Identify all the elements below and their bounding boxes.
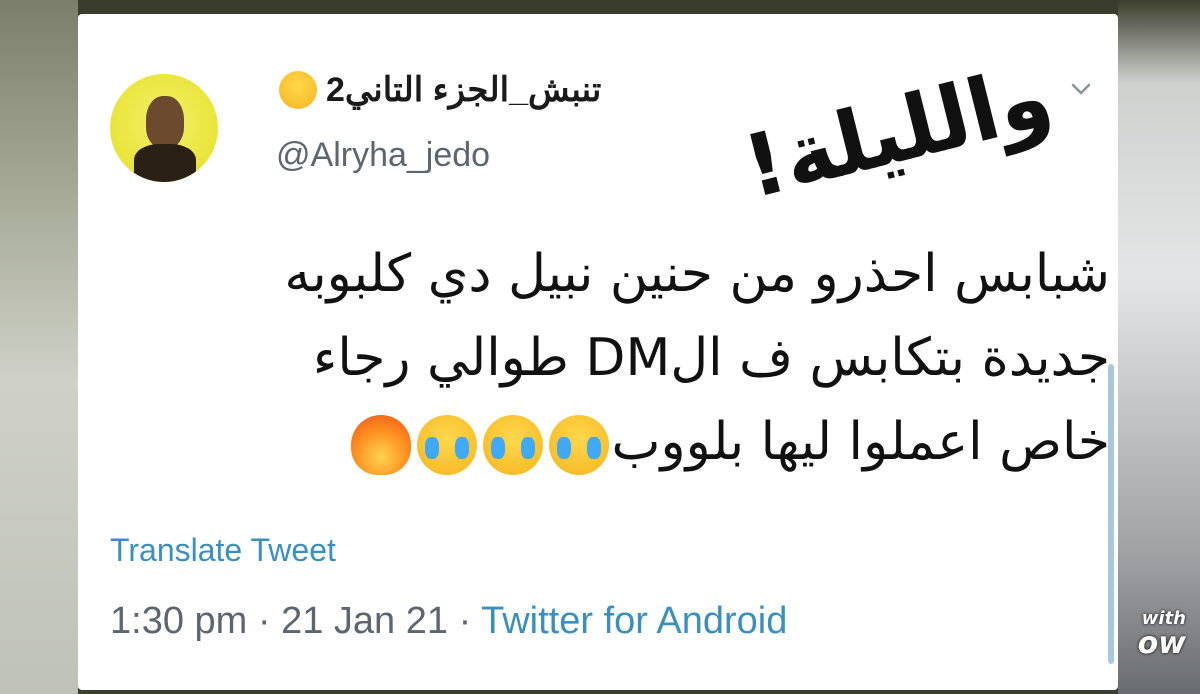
star-struck-emoji-icon: [279, 71, 317, 109]
meta-separator: ·: [247, 600, 282, 642]
crying-face-emoji-icon: [482, 415, 543, 475]
avatar-face: [146, 96, 184, 148]
tweet-text-line-3-text: خاص اعملوا ليها بلووب: [611, 412, 1110, 472]
meta-separator: ·: [448, 600, 482, 642]
tweet-time[interactable]: 1:30 pm: [110, 600, 247, 642]
tweet-text-line-1: شبابس احذرو من حنين نبيل دي كلبوبه: [284, 244, 1110, 304]
display-name: تنبش_الجزء التاني2: [326, 71, 602, 109]
watermark: with ow: [1116, 608, 1186, 659]
tweet-text-line-2: جديدة بتكابس ف الDM طوالي رجاء: [312, 328, 1110, 388]
tweet-date[interactable]: 21 Jan 21: [281, 600, 448, 642]
tweet-source-link[interactable]: Twitter for Android: [481, 600, 787, 642]
fire-emoji-icon: [350, 415, 411, 475]
tweet-card: تنبش_الجزء التاني2 @Alryha_jedo والليلة!…: [78, 14, 1118, 690]
chevron-down-icon[interactable]: [1066, 74, 1096, 104]
video-frame-right: [1118, 0, 1200, 694]
video-frame-top: [0, 0, 1200, 14]
sticker-overlay-text: والليلة!: [734, 45, 1062, 219]
tweet-meta: 1:30 pm · 21 Jan 21 · Twitter for Androi…: [110, 600, 787, 643]
avatar-shirt: [134, 144, 196, 182]
avatar[interactable]: [110, 74, 218, 182]
tweet-text: شبابس احذرو من حنين نبيل دي كلبوبه جديدة…: [238, 232, 1110, 484]
translate-tweet-link[interactable]: Translate Tweet: [110, 532, 336, 569]
scrollbar[interactable]: [1108, 364, 1114, 664]
crying-face-emoji-icon: [416, 415, 477, 475]
video-frame-left: [0, 0, 78, 694]
display-name-row[interactable]: تنبش_الجزء التاني2: [276, 68, 676, 112]
user-handle[interactable]: @Alryha_jedo: [276, 136, 490, 175]
crying-face-emoji-icon: [548, 415, 609, 475]
tweet-text-line-3: خاص اعملوا ليها بلووب: [238, 400, 1110, 484]
watermark-line-2: ow: [1137, 626, 1186, 661]
